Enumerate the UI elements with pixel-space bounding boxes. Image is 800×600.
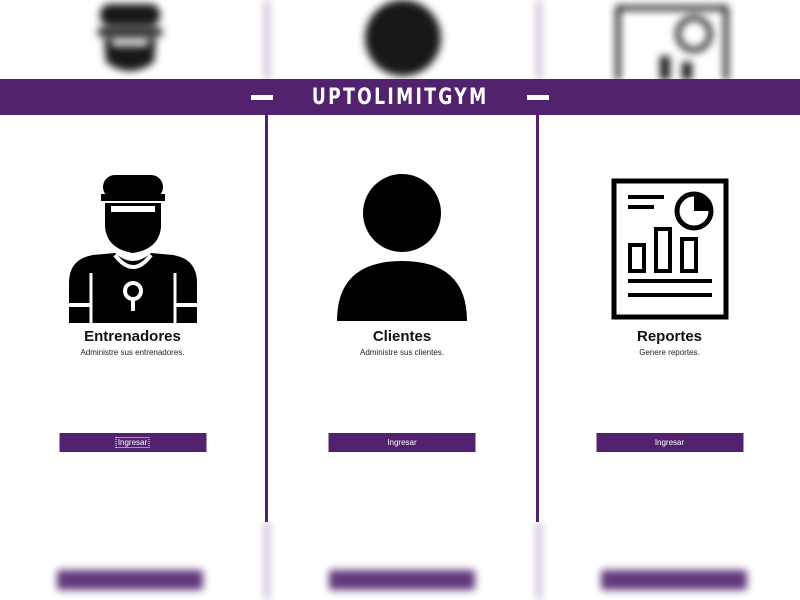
trainer-icon-ghost	[98, 4, 162, 71]
top-blurred-strip	[0, 0, 800, 80]
dashboard-panels: Entrenadores Administre sus entrenadores…	[0, 115, 800, 522]
user-icon-ghost	[365, 0, 441, 76]
ingresar-clientes-button[interactable]: Ingresar	[328, 433, 476, 452]
panel-title: Entrenadores	[84, 328, 181, 345]
panel-entrenadores: Entrenadores Administre sus entrenadores…	[0, 115, 265, 522]
button-label: Ingresar	[115, 437, 150, 448]
trainer-icon	[68, 175, 197, 323]
ghost-divider	[536, 522, 542, 600]
bottom-blurred-strip	[0, 522, 800, 600]
panel-reportes: Reportes Genere reportes. Ingresar	[539, 115, 800, 522]
brand-logo: UPTOLIMITGYM	[311, 84, 489, 110]
button-label: Ingresar	[387, 438, 417, 447]
banner-dash-left	[250, 94, 273, 100]
button-label: Ingresar	[654, 438, 685, 447]
banner-dash-right	[527, 94, 550, 100]
ghost-button	[57, 570, 203, 590]
ghost-divider	[264, 522, 270, 600]
panel-description: Genere reportes.	[639, 348, 700, 357]
report-icon-ghost	[615, 5, 729, 80]
panel-description: Administre sus clientes.	[359, 348, 445, 357]
header-banner: UPTOLIMITGYM	[0, 79, 800, 115]
panel-description: Administre sus entrenadores.	[80, 348, 185, 357]
report-icon	[611, 178, 728, 320]
ingresar-reportes-button[interactable]: Ingresar	[596, 433, 743, 452]
ghost-column	[270, 0, 536, 80]
ingresar-entrenadores-button[interactable]: Ingresar	[59, 433, 206, 452]
panel-title: Clientes	[372, 328, 432, 345]
page: UPTOLIMITGYM Entrenadores Administre sus…	[0, 0, 800, 600]
ghost-button	[329, 570, 475, 590]
user-icon	[337, 174, 467, 321]
panel-title: Reportes	[636, 328, 703, 345]
panel-clientes: Clientes Administre sus clientes. Ingres…	[268, 115, 536, 522]
ghost-button	[601, 570, 747, 590]
ghost-column	[542, 0, 800, 80]
ghost-column	[0, 0, 264, 80]
